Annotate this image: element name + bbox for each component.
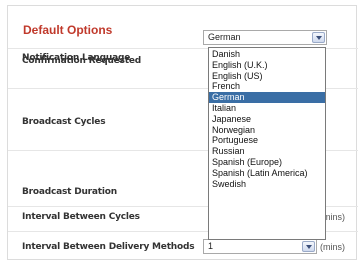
confirmation-requested-label: Confirmation Requested — [22, 56, 141, 66]
interval-between-cycles-label: Interval Between Cycles — [22, 212, 140, 222]
language-option[interactable]: Norwegian — [209, 125, 325, 136]
chevron-down-icon[interactable] — [312, 32, 325, 43]
interval-delivery-methods-value: 1 — [208, 241, 214, 251]
language-option[interactable]: English (US) — [209, 71, 325, 82]
chevron-down-icon[interactable] — [302, 241, 315, 252]
language-option[interactable]: Italian — [209, 103, 325, 114]
language-option[interactable]: Spanish (Europe) — [209, 157, 325, 168]
language-option[interactable]: French — [209, 81, 325, 92]
interval-delivery-methods-select[interactable]: 1 — [203, 239, 317, 254]
interval-delivery-methods-label: Interval Between Delivery Methods — [22, 242, 195, 252]
section-title: Default Options — [23, 23, 113, 37]
broadcast-duration-label: Broadcast Duration — [22, 187, 117, 197]
language-option-selected[interactable]: German — [209, 92, 325, 103]
notification-language-value: German — [208, 32, 241, 42]
language-option[interactable]: Swedish — [209, 179, 325, 190]
default-options-panel: Default Options Notification Language Ge… — [7, 5, 358, 260]
language-option[interactable]: Russian — [209, 146, 325, 157]
language-dropdown-list[interactable]: Danish English (U.K.) English (US) Frenc… — [208, 47, 326, 240]
language-option[interactable]: Danish — [209, 49, 325, 60]
language-option[interactable]: Spanish (Latin America) — [209, 168, 325, 179]
language-option[interactable]: Japanese — [209, 114, 325, 125]
language-option[interactable]: Portuguese — [209, 135, 325, 146]
interval-delivery-methods-unit: (mins) — [320, 242, 345, 252]
broadcast-cycles-label: Broadcast Cycles — [22, 117, 106, 127]
notification-language-select[interactable]: German — [203, 30, 327, 45]
language-option[interactable]: English (U.K.) — [209, 60, 325, 71]
